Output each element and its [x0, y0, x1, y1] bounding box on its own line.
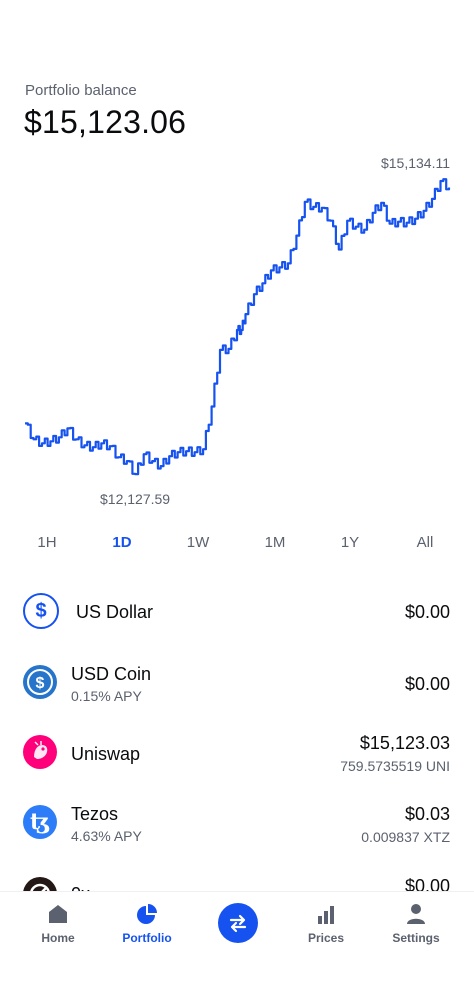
tab-label: Prices [307, 931, 345, 945]
tab-prices[interactable]: Prices [286, 902, 366, 945]
asset-row-0x[interactable]: 0x $0.00 [0, 859, 474, 892]
asset-row-usd-coin[interactable]: $ USD Coin 0.15% APY $0.00 [0, 648, 474, 718]
swap-arrows-icon [229, 914, 247, 933]
asset-amount: 759.5735519 UNI [340, 758, 450, 774]
asset-value: $0.00 [404, 602, 450, 622]
time-range-selector: 1H 1D 1W 1M 1Y All [0, 534, 474, 558]
price-chart[interactable] [0, 150, 474, 520]
chart-high-label: $15,134.11 [380, 155, 450, 171]
range-1w[interactable]: 1W [187, 534, 210, 551]
usdc-icon: $ [23, 665, 57, 699]
tab-label: Portfolio [122, 931, 172, 945]
tab-home[interactable]: Home [18, 902, 98, 945]
asset-list: $ US Dollar $0.00 $ USD Coin 0.15% APY $… [0, 575, 474, 892]
tab-label: Settings [392, 931, 440, 945]
asset-value: $0.03 [404, 804, 450, 824]
asset-row-uniswap[interactable]: Uniswap $15,123.03 759.5735519 UNI [0, 717, 474, 787]
asset-apy: 0.15% APY [71, 688, 142, 704]
price-line [25, 178, 451, 476]
tab-label: Home [41, 931, 75, 945]
zrx-icon [23, 877, 57, 892]
range-all[interactable]: All [417, 534, 434, 551]
svg-text:$: $ [36, 675, 45, 692]
pie-chart-icon [137, 904, 157, 924]
balance-label: Portfolio balance [25, 82, 137, 99]
asset-row-tezos[interactable]: ꜩ Tezos 4.63% APY $0.03 0.009837 XTZ [0, 788, 474, 858]
range-1h[interactable]: 1H [37, 534, 56, 551]
balance-value: $15,123.06 [24, 104, 187, 140]
asset-name: USD Coin [71, 664, 152, 684]
asset-apy: 4.63% APY [71, 828, 142, 844]
range-1m[interactable]: 1M [265, 534, 286, 551]
asset-value: $0.00 [404, 876, 450, 892]
asset-row-us-dollar[interactable]: $ US Dollar $0.00 [0, 575, 474, 645]
chart-low-label: $12,127.59 [100, 491, 171, 507]
range-1y[interactable]: 1Y [341, 534, 359, 551]
uniswap-icon [23, 735, 57, 769]
asset-name: Uniswap [71, 744, 141, 764]
tab-settings[interactable]: Settings [376, 902, 456, 945]
dollar-icon: $ [23, 593, 59, 629]
asset-amount: 0.009837 XTZ [361, 829, 450, 845]
bottom-tab-bar: Home Portfolio Prices Settings [0, 892, 474, 1000]
range-1d[interactable]: 1D [112, 534, 131, 551]
asset-name: US Dollar [76, 602, 154, 622]
tezos-icon: ꜩ [23, 805, 57, 839]
asset-name: 0x [71, 884, 90, 892]
asset-value: $15,123.03 [359, 733, 450, 753]
user-icon [407, 904, 425, 924]
bar-chart-icon [318, 906, 334, 924]
trade-button[interactable] [218, 903, 258, 943]
asset-value: $0.00 [404, 674, 450, 694]
tab-portfolio[interactable]: Portfolio [107, 902, 187, 945]
asset-name: Tezos [71, 804, 119, 824]
home-icon [49, 905, 67, 923]
